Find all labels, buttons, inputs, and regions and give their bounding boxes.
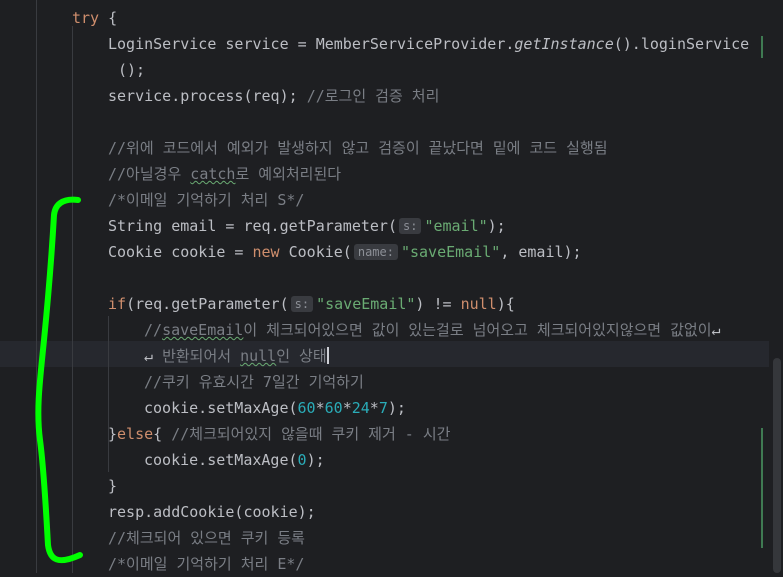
code-token: cookie.setMaxAge( <box>144 399 298 417</box>
code-token: catch <box>190 165 236 183</box>
indent-guide <box>108 316 109 472</box>
code-token: * <box>315 399 325 417</box>
code-token: "saveEmail" <box>400 243 501 261</box>
code-line[interactable]: cookie.setMaxAge(60*60*24*7); <box>144 395 406 421</box>
code-token: saveEmail <box>162 321 244 339</box>
code-token: 이 체크되어있으면 값이 있는걸로 넘어오고 체크되어있지않으면 값없이 <box>243 321 712 339</box>
code-token: "email" <box>424 217 488 235</box>
code-token: //체크되어있지 않을때 쿠키 제거 - 시간 <box>171 425 451 443</box>
code-token: ) != <box>415 295 461 313</box>
code-token: ().loginService <box>613 35 750 53</box>
vertical-scrollbar[interactable] <box>769 0 783 573</box>
code-token: } <box>108 425 118 443</box>
scrollbar-thumb[interactable] <box>773 358 781 573</box>
code-line[interactable]: }else{ //체크되어있지 않을때 쿠키 제거 - 시간 <box>108 421 450 447</box>
code-token: * <box>342 399 352 417</box>
code-token: 0 <box>297 451 307 469</box>
parameter-hint: s: <box>290 296 314 312</box>
code-token: ); <box>487 217 506 235</box>
code-editor[interactable]: try { LoginService service = MemberServic… <box>0 0 783 573</box>
code-token: { <box>153 425 172 443</box>
hand-drawn-bracket-annotation <box>35 196 83 564</box>
code-line[interactable]: ↵ 반환되어서 null인 상태 <box>144 343 329 369</box>
code-token: * <box>369 399 379 417</box>
code-token: //체크되어 있으면 쿠키 등록 <box>108 529 305 547</box>
change-marker <box>761 36 763 58</box>
code-token: LoginService service = MemberServiceProv… <box>108 35 515 53</box>
code-token: /*이메일 기억하기 처리 E*/ <box>108 555 305 573</box>
code-token: new <box>252 243 280 261</box>
code-line[interactable]: //쿠키 유효시간 7일간 기억하기 <box>144 369 364 395</box>
code-line[interactable]: (); <box>118 57 145 83</box>
code-token: String email = req.getParameter( <box>108 217 397 235</box>
code-token: } <box>108 477 118 495</box>
code-token: null <box>460 295 497 313</box>
code-line[interactable]: LoginService service = MemberServiceProv… <box>108 31 749 57</box>
code-line[interactable]: cookie.setMaxAge(0); <box>144 447 325 473</box>
code-line[interactable]: try { <box>72 5 117 31</box>
code-token: 인 상태 <box>276 347 327 365</box>
code-line[interactable]: String email = req.getParameter(s: "email… <box>108 213 506 239</box>
code-token: ){ <box>496 295 515 313</box>
code-token: else <box>117 425 154 443</box>
code-token: getInstance <box>514 35 614 53</box>
code-line[interactable]: //위에 코드에서 예외가 발생하지 않고 검증이 끝났다면 밑에 코드 실행됨 <box>108 135 608 161</box>
indent-guide <box>36 0 37 573</box>
code-line[interactable]: /*이메일 기억하기 처리 E*/ <box>108 551 304 577</box>
code-token: Cookie cookie = <box>108 243 253 261</box>
code-token: ); <box>306 451 325 469</box>
soft-wrap-icon: ↵ <box>711 321 721 339</box>
parameter-hint: name: <box>353 244 398 260</box>
code-line[interactable]: //아닐경우 catch로 예외처리된다 <box>108 161 341 187</box>
code-token: if <box>108 295 127 313</box>
code-token: 로 예외처리된다 <box>235 165 342 183</box>
text-caret <box>326 347 329 364</box>
code-line[interactable]: resp.addCookie(cookie); <box>108 499 316 525</box>
code-token: Cookie( <box>279 243 352 261</box>
parameter-hint: s: <box>398 218 422 234</box>
soft-wrap-icon: ↵ <box>144 347 163 365</box>
code-line[interactable]: //체크되어 있으면 쿠키 등록 <box>108 525 305 551</box>
indent-guide <box>72 26 73 573</box>
code-token: , email); <box>500 243 582 261</box>
code-token: resp.addCookie(cookie); <box>108 503 316 521</box>
code-token: //아닐경우 <box>108 165 191 183</box>
code-token: service.process(req); <box>108 87 307 105</box>
code-token: ); <box>387 399 406 417</box>
code-token: 60 <box>324 399 343 417</box>
code-token: { <box>99 9 118 27</box>
code-token: // <box>144 321 163 339</box>
code-line[interactable]: //saveEmail이 체크되어있으면 값이 있는걸로 넘어오고 체크되어있지… <box>144 317 721 343</box>
code-token: /*이메일 기억하기 처리 S*/ <box>108 191 305 209</box>
code-token: (); <box>118 61 146 79</box>
code-token: //위에 코드에서 예외가 발생하지 않고 검증이 끝났다면 밑에 코드 실행됨 <box>108 139 608 157</box>
code-token: "saveEmail" <box>316 295 416 313</box>
code-token: 24 <box>351 399 370 417</box>
code-line[interactable]: /*이메일 기억하기 처리 S*/ <box>108 187 304 213</box>
current-line-highlight <box>0 341 783 367</box>
code-token: 60 <box>297 399 316 417</box>
code-token: cookie.setMaxAge( <box>144 451 298 469</box>
code-token: //쿠키 유효시간 7일간 기억하기 <box>144 373 364 391</box>
code-line[interactable]: } <box>108 473 117 499</box>
code-token: 반환되어서 <box>162 347 241 365</box>
code-line[interactable]: service.process(req); //로그인 검증 처리 <box>108 83 439 109</box>
code-token: try <box>72 9 100 27</box>
code-token: 7 <box>378 399 388 417</box>
code-line[interactable]: if(req.getParameter(s: "saveEmail") != nu… <box>108 291 515 317</box>
code-token: null <box>240 347 277 365</box>
code-token: (req.getParameter( <box>126 295 289 313</box>
code-token: //로그인 검증 처리 <box>306 87 440 105</box>
change-marker <box>761 428 763 548</box>
code-line[interactable]: Cookie cookie = new Cookie(name: "saveEma… <box>108 239 582 265</box>
